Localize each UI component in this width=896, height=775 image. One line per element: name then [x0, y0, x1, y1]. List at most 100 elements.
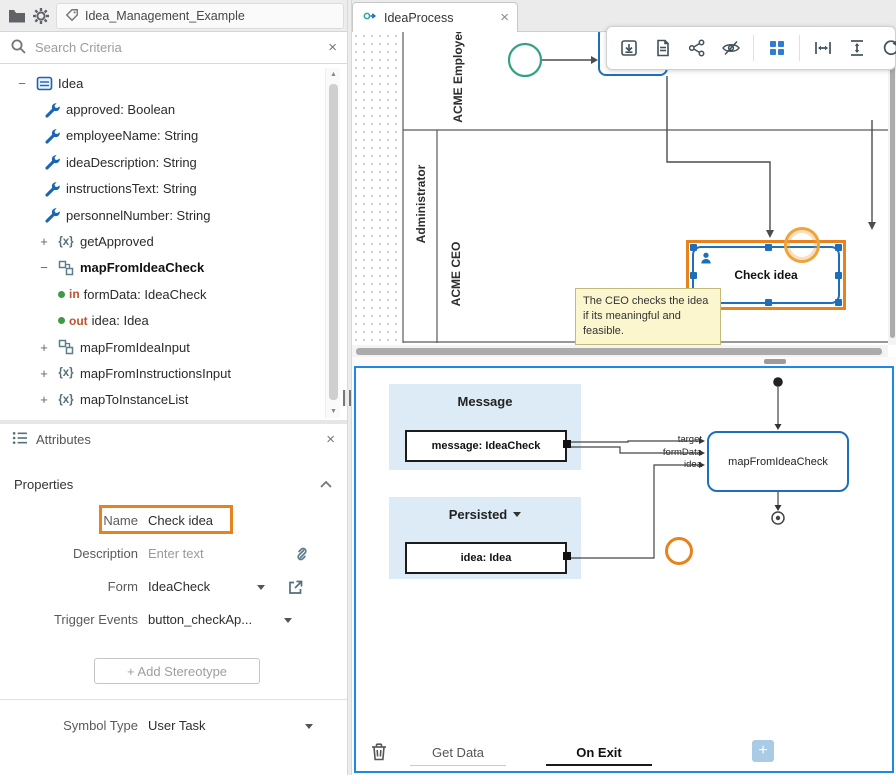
mapping-editor-panel[interactable]: Message message: IdeaCheck Persisted ide… [354, 366, 894, 773]
description-row: Description Enter text [0, 540, 347, 567]
tree-item-label: ideaDescription: String [66, 155, 197, 170]
trash-icon[interactable] [370, 742, 388, 765]
chevron-down-icon[interactable] [257, 585, 265, 594]
tree-item-formdata[interactable]: in formData: IdeaCheck [0, 281, 324, 307]
canvas-hscrollbar[interactable] [352, 345, 888, 357]
document-icon[interactable] [651, 37, 674, 60]
persisted-variable-label: idea: Idea [461, 552, 512, 564]
selection-handle[interactable] [835, 299, 842, 306]
form-row: Form IdeaCheck [0, 573, 347, 600]
pool-label-administrator[interactable]: Administrator [414, 154, 428, 254]
bpmn-canvas[interactable]: ACME Employee Administrator ACME CEO Che… [352, 32, 888, 345]
scroll-up-icon[interactable]: ▲ [326, 71, 341, 78]
panel-splitter[interactable] [0, 420, 347, 424]
expand-icon[interactable]: + [36, 366, 52, 381]
tag-icon [65, 8, 79, 25]
horizontal-splitter[interactable] [352, 357, 896, 366]
chevron-up-icon[interactable] [319, 477, 333, 492]
selection-handle[interactable] [690, 272, 697, 279]
properties-section-header[interactable]: Properties [0, 472, 347, 496]
distribute-vertical-icon[interactable] [845, 37, 868, 60]
toolbar-separator [799, 35, 800, 61]
add-stereotype-button[interactable]: + Add Stereotype [94, 658, 260, 684]
tree-item-getapproved[interactable]: + {x} getApproved [0, 228, 324, 254]
form-value[interactable]: IdeaCheck [148, 573, 210, 600]
open-external-icon[interactable] [287, 578, 304, 605]
tab-ideaprocess[interactable]: IdeaProcess × [352, 2, 518, 32]
tree-scrollbar[interactable]: ▲ ▼ [325, 68, 340, 418]
scrollbar-thumb[interactable] [329, 84, 338, 400]
message-variable-label: message: IdeaCheck [432, 440, 541, 452]
canvas-vscrollbar[interactable] [888, 32, 896, 345]
message-variable-box[interactable]: message: IdeaCheck [405, 430, 567, 462]
expand-icon[interactable]: + [36, 340, 52, 355]
tree-item-employeename[interactable]: employeeName: String [0, 123, 324, 149]
tree-item-mapfromideainput[interactable]: + mapFromIdeaInput [0, 334, 324, 360]
expression-icon: {x} [56, 236, 76, 248]
parameter-icon [58, 291, 65, 298]
tree-item-personnelnumber[interactable]: personnelNumber: String [0, 202, 324, 228]
trigger-events-row: Trigger Events button_checkAp... [0, 606, 347, 633]
selection-handle[interactable] [835, 272, 842, 279]
refresh-icon[interactable] [879, 37, 896, 60]
tab-on-exit[interactable]: On Exit [546, 740, 652, 766]
scroll-down-icon[interactable]: ▼ [326, 408, 341, 415]
toolbar-separator [753, 35, 754, 61]
tree-item-mapfrominstructionsinput[interactable]: + {x} mapFromInstructionsInput [0, 360, 324, 386]
chevron-down-icon[interactable] [305, 724, 313, 733]
tab-close-icon[interactable]: × [500, 9, 509, 26]
folder-icon[interactable] [6, 6, 28, 26]
selection-handle[interactable] [835, 244, 842, 251]
symbol-type-value[interactable]: User Task [148, 712, 206, 739]
tree-item-mapfromideacheck[interactable]: − mapFromIdeaCheck [0, 255, 324, 281]
map-node[interactable]: mapFromIdeaCheck [707, 431, 849, 492]
chevron-down-icon[interactable] [513, 512, 521, 521]
distribute-horizontal-icon[interactable] [811, 37, 834, 60]
expand-icon[interactable]: + [36, 392, 52, 407]
add-tab-button[interactable]: + [752, 740, 774, 762]
persisted-section-title[interactable]: Persisted [389, 497, 581, 522]
close-icon[interactable]: × [326, 432, 335, 447]
selection-handle[interactable] [690, 244, 697, 251]
splitter-grip-icon[interactable] [343, 390, 351, 406]
gear-icon[interactable] [30, 6, 52, 26]
search-clear-icon[interactable]: × [328, 40, 337, 55]
task-name: Check idea [734, 268, 797, 282]
tree-item-maptoinstancelist[interactable]: + {x} mapToInstanceList [0, 387, 324, 413]
share-icon[interactable] [685, 37, 708, 60]
tree-item-ideadescription[interactable]: ideaDescription: String [0, 149, 324, 175]
scrollbar-thumb[interactable] [890, 36, 895, 338]
persisted-variable-box[interactable]: idea: Idea [405, 542, 567, 574]
download-icon[interactable] [617, 37, 640, 60]
tree-item-idea[interactable]: − Idea [0, 70, 324, 96]
mapping-icon [56, 260, 76, 276]
layout-grid-icon[interactable] [765, 37, 788, 60]
collapse-icon[interactable]: − [36, 260, 52, 275]
expand-icon[interactable]: + [36, 234, 52, 249]
scrollbar-thumb[interactable] [356, 348, 882, 355]
search-input[interactable] [35, 40, 320, 55]
link-icon[interactable] [293, 545, 311, 572]
name-value[interactable]: Check idea [148, 507, 213, 534]
selection-handle[interactable] [765, 244, 772, 251]
selection-handle[interactable] [765, 299, 772, 306]
port-label-formdata: formData [640, 447, 702, 458]
breadcrumb[interactable]: Idea_Management_Example [56, 3, 344, 29]
trigger-events-value[interactable]: button_checkAp... [148, 606, 252, 633]
hide-icon[interactable] [719, 37, 742, 60]
attribute-wrench-icon [42, 102, 62, 118]
tree-item-out-idea[interactable]: out idea: Idea [0, 308, 324, 334]
connector-port[interactable] [563, 440, 571, 448]
chevron-down-icon[interactable] [284, 618, 292, 627]
collapse-icon[interactable]: − [14, 76, 30, 91]
tab-get-data[interactable]: Get Data [410, 740, 506, 766]
lane-label-ceo[interactable]: ACME CEO [449, 224, 463, 324]
start-node [773, 377, 783, 387]
tree-item-approved[interactable]: approved: Boolean [0, 96, 324, 122]
description-value[interactable]: Enter text [148, 540, 204, 567]
tree-item-instructionstext[interactable]: instructionsText: String [0, 176, 324, 202]
lane-label-employee[interactable]: ACME Employee [451, 32, 465, 125]
splitter-grip-icon[interactable] [764, 359, 786, 364]
connector-port[interactable] [563, 552, 571, 560]
annotation-note[interactable]: The CEO checks the idea if its meaningfu… [575, 288, 721, 345]
